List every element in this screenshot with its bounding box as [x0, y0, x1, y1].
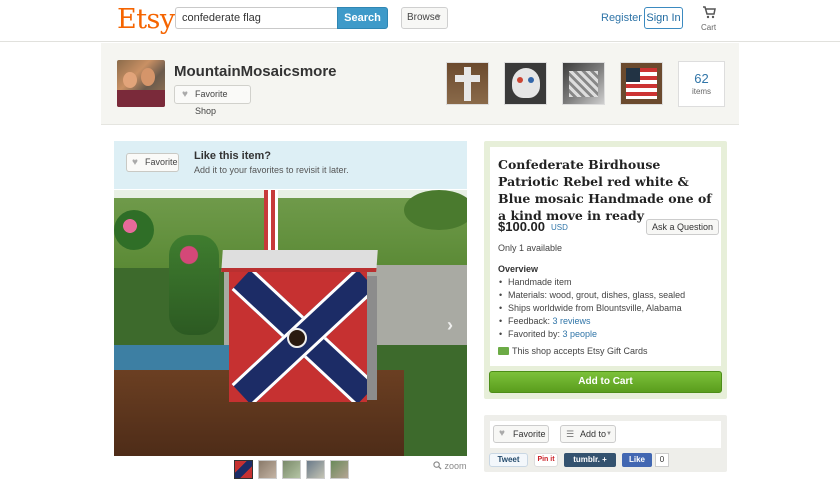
shop-item-thumbnail[interactable] — [446, 62, 489, 105]
register-link[interactable]: Register — [601, 12, 642, 24]
listing-title: Confederate Birdhouse Patriotic Rebel re… — [498, 157, 712, 223]
items-count: 62 — [694, 71, 709, 86]
image-thumbnail[interactable] — [306, 460, 325, 479]
shop-banner: MountainMosaicsmore ♥ Favorite Shop 62 i… — [101, 43, 739, 125]
list-item: • Handmade item — [499, 277, 572, 287]
favorite-shop-button[interactable]: ♥ Favorite Shop — [174, 85, 251, 116]
heart-icon: ♥ — [499, 428, 505, 439]
favorited-by-link[interactable]: 3 people — [563, 329, 598, 339]
shop-item-thumbnail[interactable] — [620, 62, 663, 105]
cart-label[interactable]: Cart — [701, 23, 716, 32]
image-thumbnail[interactable] — [258, 460, 277, 479]
favorite-prompt-title: Like this item? — [194, 150, 272, 162]
site-header: Etsy Search Browse ▼ Register Sign In Ca… — [0, 0, 840, 42]
favorite-shop-label: Favorite Shop — [195, 89, 228, 116]
list-item: • Ships worldwide from Blountsville, Alab… — [499, 303, 682, 313]
overview-list: • Handmade item • Materials: wood, grout, … — [498, 276, 685, 341]
chevron-down-icon: ▼ — [606, 431, 612, 437]
shop-item-thumbnail[interactable] — [562, 62, 605, 105]
reviews-link[interactable]: 3 reviews — [553, 316, 591, 326]
gift-cards-notice: This shop accepts Etsy Gift Cards — [498, 346, 648, 356]
shop-avatar[interactable] — [117, 60, 165, 107]
gift-cards-label: This shop accepts Etsy Gift Cards — [512, 346, 648, 356]
listing-main-image[interactable]: › — [114, 190, 467, 456]
gift-card-icon — [498, 347, 509, 355]
zoom-button[interactable]: zoom — [433, 461, 467, 471]
zoom-label: zoom — [444, 461, 467, 471]
signin-button[interactable]: Sign In — [644, 7, 683, 29]
shop-name[interactable]: MountainMosaicsmore — [174, 63, 337, 80]
overview-title: Overview — [498, 264, 539, 274]
image-thumbnail[interactable] — [282, 460, 301, 479]
social-panel: ♥ Favorite ☰ Add to ▼ Tweet Pin it tumbl… — [484, 415, 727, 472]
favorite-item-button[interactable]: ♥ Favorite — [493, 425, 549, 443]
shop-item-thumbnail[interactable] — [504, 62, 547, 105]
favorite-prompt: ♥ Favorite Like this item? Add it to you… — [114, 141, 467, 189]
search-button[interactable]: Search — [337, 7, 388, 29]
shop-items-count[interactable]: 62 items — [678, 61, 725, 107]
list-item: • Feedback: 3 reviews — [499, 316, 591, 326]
currency-label[interactable]: USD — [551, 223, 568, 232]
favorite-label: Favorite — [145, 157, 178, 167]
pinit-button[interactable]: Pin it — [534, 453, 558, 467]
birdhouse-photo — [221, 250, 378, 405]
chevron-right-icon[interactable]: › — [447, 315, 453, 336]
heart-icon: ♥ — [182, 89, 188, 100]
favorite-button[interactable]: ♥ Favorite — [126, 153, 179, 172]
heart-icon: ♥ — [132, 157, 138, 168]
social-actions: ♥ Favorite ☰ Add to ▼ — [490, 421, 721, 448]
magnifier-icon — [433, 461, 442, 470]
favorite-prompt-subtitle: Add it to your favorites to revisit it l… — [194, 165, 349, 175]
availability-text: Only 1 available — [498, 243, 563, 253]
add-to-list-button[interactable]: ☰ Add to ▼ — [560, 425, 616, 443]
listing-details: Confederate Birdhouse Patriotic Rebel re… — [490, 147, 721, 366]
cart-icon[interactable] — [702, 5, 716, 19]
add-to-cart-button[interactable]: Add to Cart — [489, 371, 722, 393]
favorite-item-label: Favorite — [513, 429, 546, 439]
listing-price: $100.00 — [498, 219, 545, 234]
add-to-label: Add to — [580, 429, 607, 439]
listing-panel: Confederate Birdhouse Patriotic Rebel re… — [484, 141, 727, 399]
list-icon: ☰ — [566, 429, 575, 439]
image-thumbnail[interactable] — [234, 460, 253, 479]
image-thumbnail[interactable] — [330, 460, 349, 479]
facebook-like-count: 0 — [655, 453, 669, 467]
tweet-button[interactable]: Tweet — [489, 453, 528, 467]
list-item: • Materials: wood, grout, dishes, glass, … — [499, 290, 686, 300]
etsy-logo[interactable]: Etsy — [117, 4, 175, 35]
list-item: • Favorited by: 3 people — [499, 329, 598, 339]
facebook-like-button[interactable]: Like — [622, 453, 652, 467]
tumblr-button[interactable]: tumblr. + — [564, 453, 616, 467]
ask-question-button[interactable]: Ask a Question — [646, 219, 719, 235]
browse-dropdown[interactable]: Browse ▼ — [401, 7, 448, 29]
chevron-down-icon: ▼ — [435, 14, 442, 21]
search-input[interactable] — [175, 7, 338, 29]
items-label: items — [691, 87, 712, 96]
